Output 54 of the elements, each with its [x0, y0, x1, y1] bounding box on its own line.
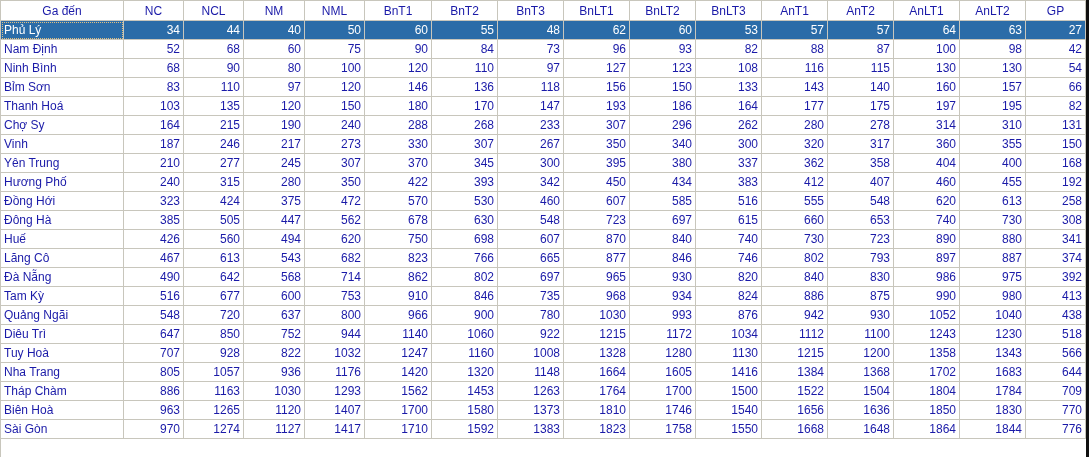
column-header[interactable]: BnT2	[432, 1, 498, 21]
column-header[interactable]: GP	[1026, 1, 1086, 21]
table-row[interactable]: Bỉm Sơn 83 110 97 120 146 136 118 156 150 133 143 140 160 157 66	[1, 78, 1086, 97]
table-cell: 1710	[365, 420, 432, 439]
table-row[interactable]: Đồng Hới 323 424 375 472 570 530 460 607 585 516 555 548 620 613 258	[1, 192, 1086, 211]
table-row[interactable]: Huế 426 560 494 620 750 698 607 870 840 740 730 723 890 880 341	[1, 230, 1086, 249]
table-row[interactable]: Biên Hoà 963 1265 1120 1407 1700 1580 1373 1810 1746 1540 1656 1636 1850 1830 770	[1, 401, 1086, 420]
table-row[interactable]: Nha Trang 805 1057 936 1176 1420 1320 1148 1664 1605 1416 1384 1368 1702 1683 644	[1, 363, 1086, 382]
table-cell: 1668	[762, 420, 828, 439]
table-cell: 1550	[696, 420, 762, 439]
table-row[interactable]: Phủ Lý 34 44 40 50 60 55 48 62 60 53 57 57 64 63 27	[1, 21, 1086, 40]
column-header[interactable]: NM	[244, 1, 305, 21]
table-row[interactable]: Yên Trung 210 277 245 307 370 345 300 395 380 337 362 358 404 400 168	[1, 154, 1086, 173]
column-header[interactable]: AnT2	[828, 1, 894, 21]
table-row[interactable]: Tuy Hoà 707 928 822 1032 1247 1160 1008 1328 1280 1130 1215 1200 1358 1343 566	[1, 344, 1086, 363]
table-cell: 1864	[894, 420, 960, 439]
table-row[interactable]: Quảng Ngãi 548 720 637 800 966 900 780 1030 993 876 942 930 1052 1040 438	[1, 306, 1086, 325]
table-row[interactable]: Diêu Trì 647 850 752 944 1140 1060 922 1215 1172 1034 1112 1100 1243 1230 518	[1, 325, 1086, 344]
table-cell: 1823	[564, 420, 630, 439]
column-header[interactable]: BnLT2	[630, 1, 696, 21]
table-row[interactable]: Tháp Chàm 886 1163 1030 1293 1562 1453 1263 1764 1700 1500 1522 1504 1804 1784 709	[1, 382, 1086, 401]
column-header[interactable]: NC	[124, 1, 184, 21]
table-cell: Sài Gòn	[1, 420, 124, 439]
column-header[interactable]: NML	[305, 1, 365, 21]
table-row[interactable]: Đà Nẵng 490 642 568 714 862 802 697 965 930 820 840 830 986 975 392	[1, 268, 1086, 287]
table-row[interactable]: Tam Kỳ 516 677 600 753 910 846 735 968 934 824 886 875 990 980 413	[1, 287, 1086, 306]
table-row[interactable]: Ninh Bình 68 90 80 100 120 110 97 127 123 108 116 115 130 130 54	[1, 59, 1086, 78]
table-row[interactable]: Chợ Sy 164 215 190 240 288 268 233 307 296 262 280 278 314 310 131	[1, 116, 1086, 135]
column-header[interactable]: BnLT3	[696, 1, 762, 21]
column-header[interactable]: BnLT1	[564, 1, 630, 21]
table-cell: 1844	[960, 420, 1026, 439]
column-header[interactable]: AnT1	[762, 1, 828, 21]
column-header[interactable]: NCL	[184, 1, 244, 21]
table-cell: 1127	[244, 420, 305, 439]
table-row[interactable]: Vinh 187 246 217 273 330 307 267 350 340 300 320 317 360 355 150	[1, 135, 1086, 154]
table-cell: 1648	[828, 420, 894, 439]
table-row[interactable]: Lăng Cô 467 613 543 682 823 766 665 877 846 746 802 793 897 887 374	[1, 249, 1086, 268]
table-cell: 1274	[184, 420, 244, 439]
table-row[interactable]: Thanh Hoá 103 135 120 150 180 170 147 193 186 164 177 175 197 195 82	[1, 97, 1086, 116]
table-cell: 1417	[305, 420, 365, 439]
column-header[interactable]: AnLT2	[960, 1, 1026, 21]
table-cell: 970	[124, 420, 184, 439]
table-cell: 1758	[630, 420, 696, 439]
table-cell: Phủ Lý	[1, 21, 124, 40]
table-cell: 1592	[432, 420, 498, 439]
table-row[interactable]: Hương Phố 240 315 280 350 422 393 342 450 434 383 412 407 460 455 192	[1, 173, 1086, 192]
table-row[interactable]: Đông Hà 385 505 447 562 678 630 548 723 697 615 660 653 740 730 308	[1, 211, 1086, 230]
table-row[interactable]: Sài Gòn 970 1274 1127 1417 1710 1592 1383 1823 1758 1550 1668 1648 1864 1844 776	[1, 420, 1086, 439]
table-cell: 1383	[498, 420, 564, 439]
column-header[interactable]: AnLT1	[894, 1, 960, 21]
column-header[interactable]: Ga đến	[1, 1, 124, 21]
table-row[interactable]: Nam Định 52 68 60 75 90 84 73 96 93 82 88 87 100 98 42	[1, 40, 1086, 59]
column-header[interactable]: BnT1	[365, 1, 432, 21]
column-header[interactable]: BnT3	[498, 1, 564, 21]
